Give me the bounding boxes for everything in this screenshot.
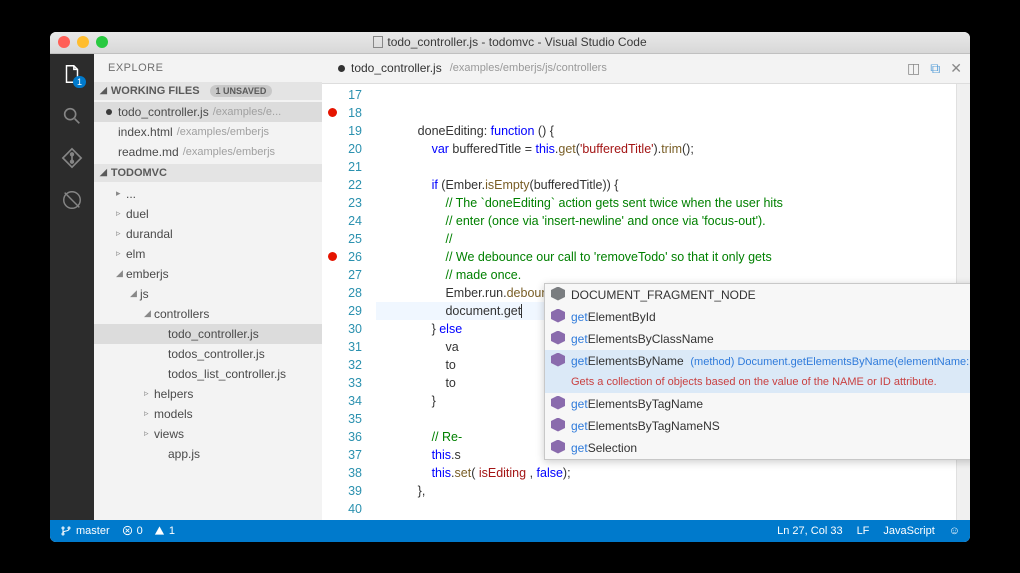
tree-arrow-icon: ▹ xyxy=(116,228,126,239)
tree-arrow-icon: ▹ xyxy=(144,408,154,419)
activity-bar: 1 xyxy=(50,54,94,520)
tree-item[interactable]: ▹views xyxy=(94,424,322,444)
problems[interactable]: 0 1 xyxy=(122,525,175,537)
tree-arrow-icon: ◢ xyxy=(116,268,126,279)
unsaved-badge: 1 UNSAVED xyxy=(210,85,273,97)
dirty-dot-icon xyxy=(106,109,112,115)
working-files-list: todo_controller.js/examples/e...index.ht… xyxy=(94,100,322,164)
constant-icon xyxy=(551,287,565,301)
compare-icon[interactable]: ⧉ xyxy=(930,60,940,77)
tree-item[interactable]: todos_list_controller.js xyxy=(94,364,322,384)
intellisense-item[interactable]: getElementsByName (method) Document.getE… xyxy=(545,350,970,393)
search-icon[interactable] xyxy=(60,104,84,128)
git-icon[interactable] xyxy=(60,146,84,170)
tree-item[interactable]: todos_controller.js xyxy=(94,344,322,364)
working-file-item[interactable]: readme.md/examples/emberjs xyxy=(94,142,322,162)
split-editor-icon[interactable]: ◫ xyxy=(907,60,920,77)
method-icon xyxy=(551,440,565,454)
close-button[interactable] xyxy=(58,36,70,48)
tree-arrow-icon: ▸ xyxy=(116,188,126,199)
intellisense-popup[interactable]: DOCUMENT_FRAGMENT_NODEgetElementByIdgetE… xyxy=(544,283,970,460)
breakpoint-icon[interactable] xyxy=(328,108,337,117)
titlebar: todo_controller.js - todomvc - Visual St… xyxy=(50,32,970,54)
window-title: todo_controller.js - todomvc - Visual St… xyxy=(50,35,970,49)
feedback-icon[interactable]: ☺ xyxy=(949,525,960,537)
method-icon xyxy=(551,418,565,432)
sidebar: EXPLORE ◢ WORKING FILES 1 UNSAVED todo_c… xyxy=(94,54,322,520)
editor-tab[interactable]: todo_controller.js /examples/emberjs/js/… xyxy=(330,54,615,83)
chevron-down-icon: ◢ xyxy=(100,167,107,178)
tree-item[interactable]: ▸... xyxy=(94,184,322,204)
intellisense-item[interactable]: getElementById xyxy=(545,306,970,328)
working-files-header[interactable]: ◢ WORKING FILES 1 UNSAVED xyxy=(94,82,322,100)
tab-actions: ◫ ⧉ ✕ xyxy=(907,60,962,77)
git-branch[interactable]: master xyxy=(60,525,110,537)
file-icon xyxy=(373,36,383,48)
tree-item[interactable]: ▹helpers xyxy=(94,384,322,404)
intellisense-item[interactable]: DOCUMENT_FRAGMENT_NODE xyxy=(545,284,970,306)
tree-arrow-icon: ◢ xyxy=(144,308,154,319)
minimize-button[interactable] xyxy=(77,36,89,48)
dirty-indicator-icon xyxy=(338,65,345,72)
traffic-lights xyxy=(58,36,108,48)
debug-icon[interactable] xyxy=(60,188,84,212)
tab-bar: todo_controller.js /examples/emberjs/js/… xyxy=(322,54,970,84)
tree-item[interactable]: ▹duel xyxy=(94,204,322,224)
working-file-item[interactable]: todo_controller.js/examples/e... xyxy=(94,102,322,122)
method-icon xyxy=(551,331,565,345)
status-bar: master 0 1 Ln 27, Col 33 LF JavaScript ☺ xyxy=(50,520,970,542)
intellisense-item[interactable]: getElementsByTagName xyxy=(545,393,970,415)
intellisense-item[interactable]: getSelection xyxy=(545,437,970,459)
eol-indicator[interactable]: LF xyxy=(857,525,870,537)
sidebar-title: EXPLORE xyxy=(94,54,322,82)
tree-item[interactable]: todo_controller.js xyxy=(94,324,322,344)
tree-arrow-icon: ▹ xyxy=(116,248,126,259)
tree-item[interactable]: ◢emberjs xyxy=(94,264,322,284)
editor-area: todo_controller.js /examples/emberjs/js/… xyxy=(322,54,970,520)
tree-item[interactable]: ▹durandal xyxy=(94,224,322,244)
tree-arrow-icon: ◢ xyxy=(130,288,140,299)
cursor-position[interactable]: Ln 27, Col 33 xyxy=(777,525,842,537)
code-editor[interactable]: 1718192021222324252627282930313233343536… xyxy=(322,84,970,520)
chevron-down-icon: ◢ xyxy=(100,85,107,96)
working-file-item[interactable]: index.html/examples/emberjs xyxy=(94,122,322,142)
method-icon xyxy=(551,353,565,367)
tree-item[interactable]: ▹models xyxy=(94,404,322,424)
tree-item[interactable]: ◢js xyxy=(94,284,322,304)
tree-arrow-icon: ▹ xyxy=(144,428,154,439)
project-header[interactable]: ◢ TODOMVC xyxy=(94,164,322,182)
intellisense-item[interactable]: getElementsByTagNameNS xyxy=(545,415,970,437)
tree-arrow-icon: ▹ xyxy=(116,208,126,219)
method-icon xyxy=(551,396,565,410)
explorer-icon[interactable]: 1 xyxy=(60,62,84,86)
vscode-window: todo_controller.js - todomvc - Visual St… xyxy=(50,32,970,542)
line-number-gutter: 1718192021222324252627282930313233343536… xyxy=(322,84,376,520)
tab-filename: todo_controller.js xyxy=(351,61,442,75)
explorer-badge: 1 xyxy=(73,76,86,88)
breakpoint-icon[interactable] xyxy=(328,252,337,261)
project-tree: ▸...▹duel▹durandal▹elm◢emberjs◢js◢contro… xyxy=(94,182,322,520)
main-area: 1 EXPLORE ◢ WORKING FILES 1 UNSAVED todo… xyxy=(50,54,970,520)
tree-arrow-icon: ▹ xyxy=(144,388,154,399)
tree-item[interactable]: ▹elm xyxy=(94,244,322,264)
close-tab-icon[interactable]: ✕ xyxy=(950,60,962,77)
intellisense-item[interactable]: getElementsByClassName xyxy=(545,328,970,350)
tree-item[interactable]: ◢controllers xyxy=(94,304,322,324)
language-mode[interactable]: JavaScript xyxy=(883,525,934,537)
tree-item[interactable]: app.js xyxy=(94,444,322,464)
maximize-button[interactable] xyxy=(96,36,108,48)
tab-path: /examples/emberjs/js/controllers xyxy=(450,62,607,74)
code-content[interactable]: doneEditing: function () { var bufferedT… xyxy=(376,84,956,520)
method-icon xyxy=(551,309,565,323)
